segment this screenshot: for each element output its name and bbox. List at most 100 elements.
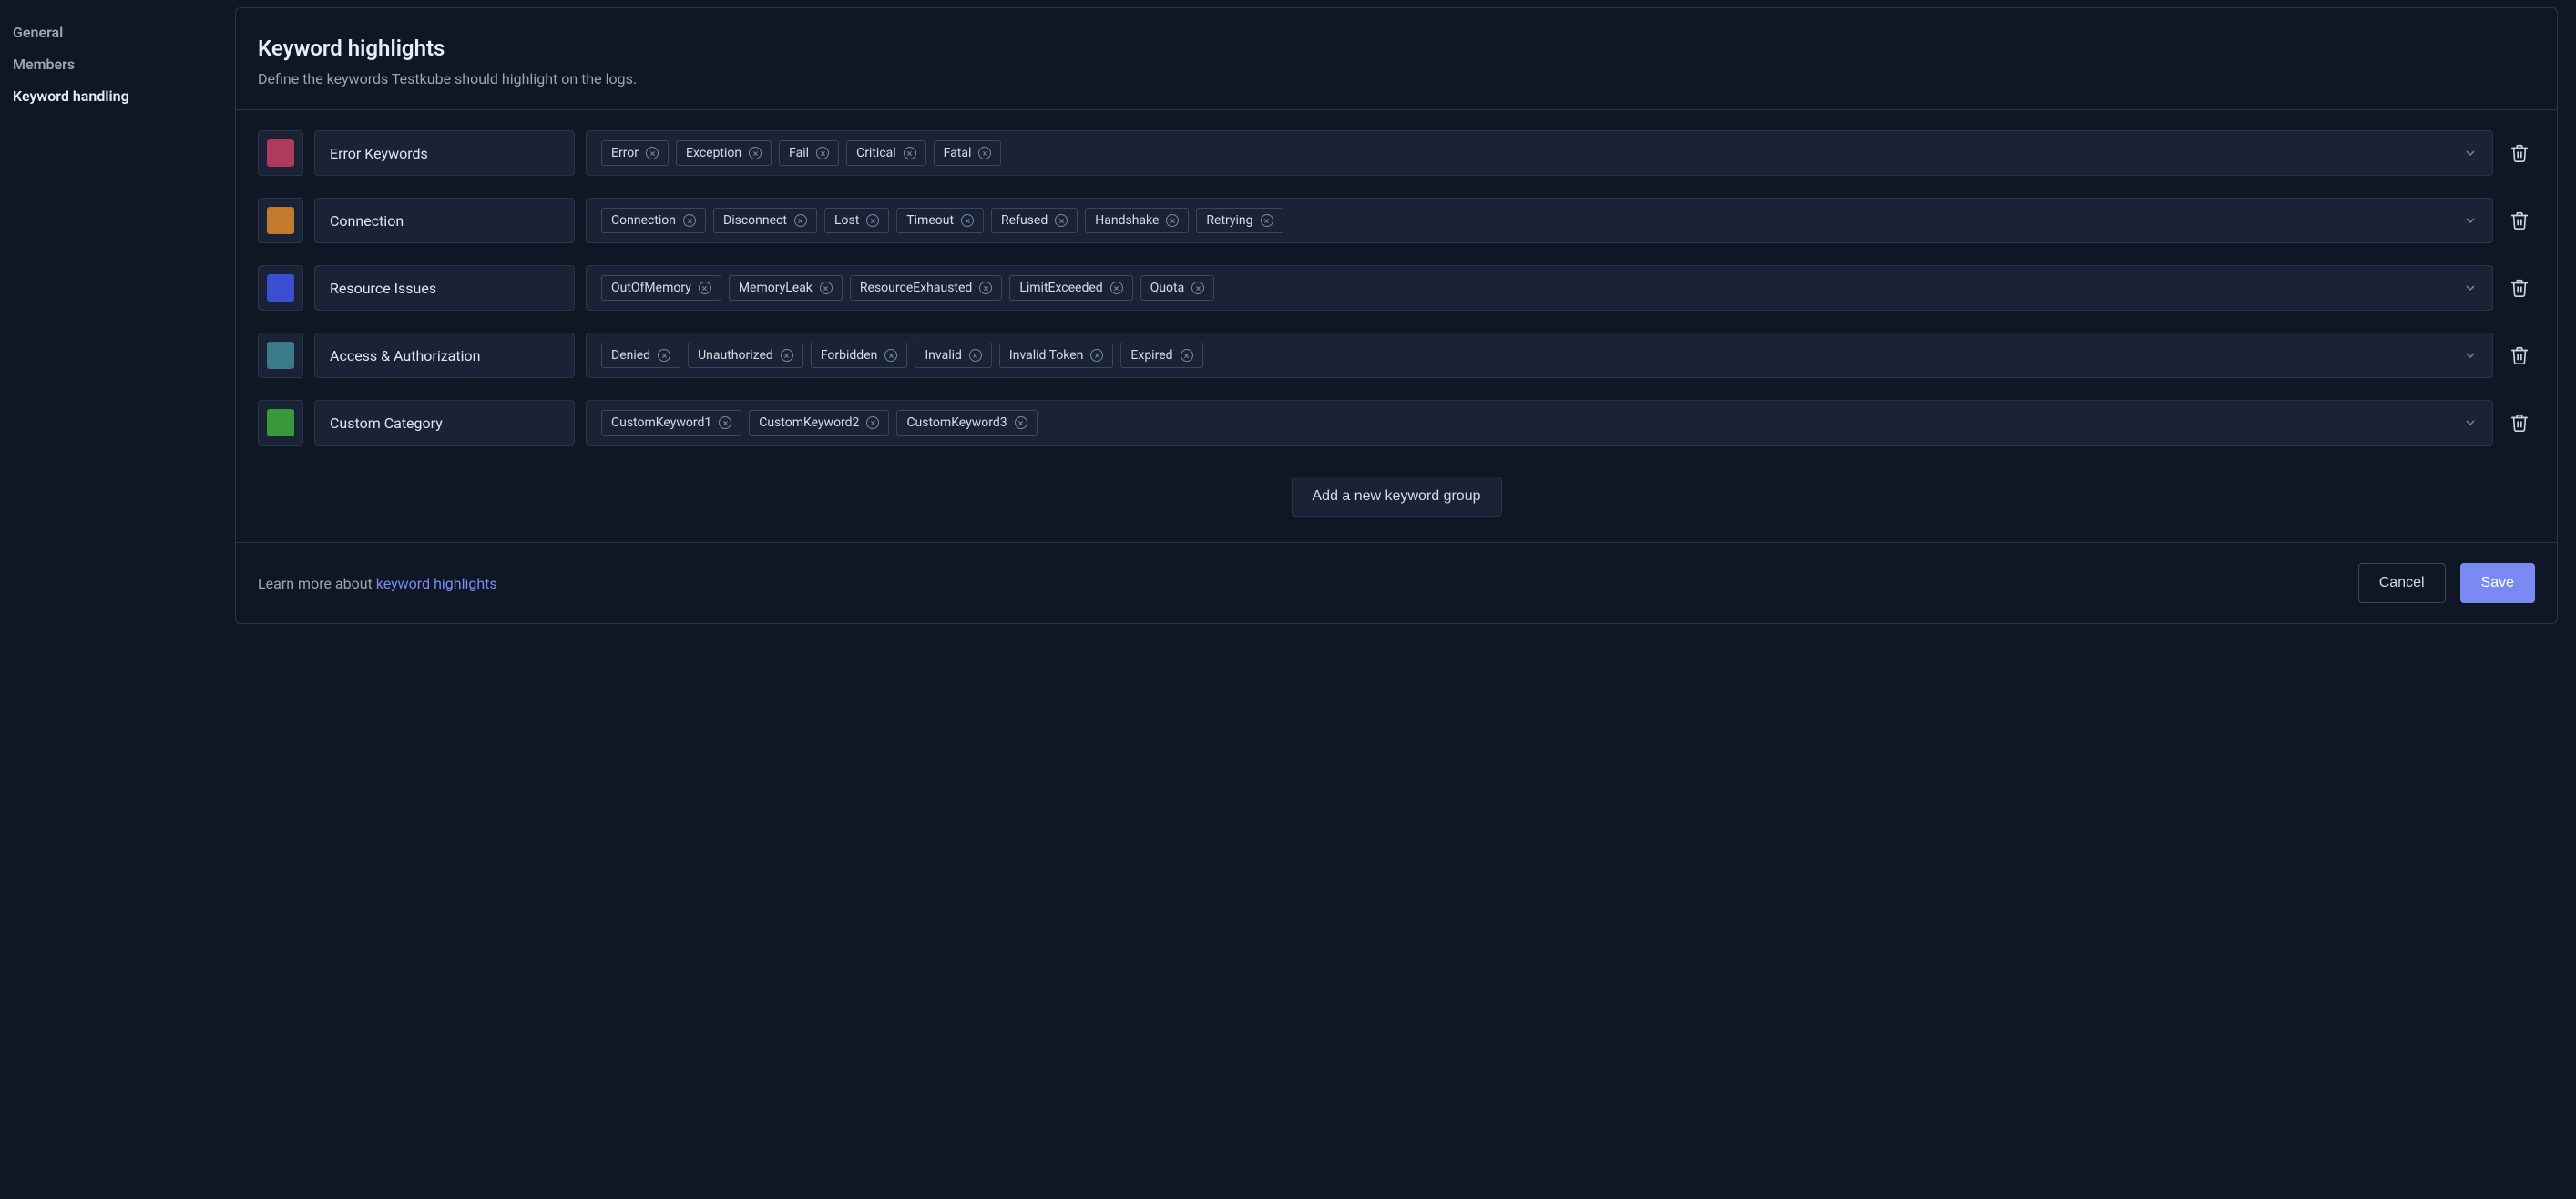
color-picker[interactable] [258,333,303,378]
remove-tag-icon[interactable] [1261,214,1273,227]
keyword-groups: Error KeywordsErrorExceptionFailCritical… [236,110,2557,466]
keyword-tag: Fatal [934,140,1002,166]
sidebar-item-members[interactable]: Members [13,48,222,80]
remove-tag-icon[interactable] [646,147,659,159]
remove-tag-icon[interactable] [1090,349,1103,362]
color-swatch [267,409,294,436]
keyword-tag-label: LimitExceeded [1019,281,1102,295]
tags-wrap: DeniedUnauthorizedForbiddenInvalidInvali… [601,334,1203,376]
keyword-tag-label: Disconnect [723,213,787,228]
group-name-input[interactable]: Resource Issues [314,265,575,311]
keyword-tag-label: Error [611,146,639,160]
keyword-tag: Handshake [1085,208,1189,233]
remove-tag-icon[interactable] [794,214,807,227]
keywords-input[interactable]: ConnectionDisconnectLostTimeoutRefusedHa… [586,198,2493,243]
keywords-input[interactable]: DeniedUnauthorizedForbiddenInvalidInvali… [586,333,2493,378]
remove-tag-icon[interactable] [820,282,833,294]
keyword-tag-label: CustomKeyword2 [759,415,859,430]
keyword-tag: OutOfMemory [601,275,721,301]
delete-group-button[interactable] [2504,130,2535,176]
delete-group-button[interactable] [2504,400,2535,446]
keyword-tag: Retrying [1196,208,1283,233]
keywords-input[interactable]: CustomKeyword1CustomKeyword2CustomKeywor… [586,400,2493,446]
sidebar: GeneralMembersKeyword handling [0,0,235,1199]
keyword-tag-label: CustomKeyword1 [611,415,711,430]
color-picker[interactable] [258,265,303,311]
keyword-group-row: Error KeywordsErrorExceptionFailCritical… [258,130,2535,176]
remove-tag-icon[interactable] [719,416,731,429]
remove-tag-icon[interactable] [1166,214,1179,227]
remove-tag-icon[interactable] [1015,416,1027,429]
keyword-tag-label: OutOfMemory [611,281,691,295]
chevron-down-icon[interactable] [2463,281,2478,295]
remove-tag-icon[interactable] [969,349,982,362]
keyword-tag: LimitExceeded [1009,275,1132,301]
remove-tag-icon[interactable] [781,349,793,362]
color-picker[interactable] [258,400,303,446]
chevron-down-icon[interactable] [2463,213,2478,228]
group-name-input[interactable]: Access & Authorization [314,333,575,378]
remove-tag-icon[interactable] [866,416,879,429]
group-name-input[interactable]: Connection [314,198,575,243]
keyword-tag: CustomKeyword2 [749,410,889,436]
add-group-container: Add a new keyword group [236,466,2557,542]
remove-tag-icon[interactable] [683,214,696,227]
keyword-tag: Quota [1140,275,1215,301]
keyword-tag: Connection [601,208,706,233]
add-group-button[interactable]: Add a new keyword group [1292,477,1502,517]
keyword-tag-label: Unauthorized [698,348,773,363]
remove-tag-icon[interactable] [866,214,879,227]
keyword-group-row: Connection Connection Disconnect Lost Timeou… [258,198,2535,243]
keyword-tag: Lost [824,208,889,233]
main-content: Keyword highlights Define the keywords T… [235,0,2576,1199]
color-swatch [267,342,294,369]
keywords-input[interactable]: OutOfMemory MemoryLeak ResourceExhausted Li… [586,265,2493,311]
keyword-tag: Timeout [896,208,984,233]
learn-more-link[interactable]: keyword highlights [376,575,497,592]
sidebar-item-general[interactable]: General [13,16,222,48]
remove-tag-icon[interactable] [1110,282,1123,294]
remove-tag-icon[interactable] [1055,214,1068,227]
color-picker[interactable] [258,130,303,176]
delete-group-button[interactable] [2504,333,2535,378]
keyword-tag: Invalid Token [999,343,1114,368]
keyword-tag: CustomKeyword1 [601,410,741,436]
keyword-tag-label: Invalid [925,348,962,363]
keywords-input[interactable]: ErrorExceptionFailCriticalFatal [586,130,2493,176]
sidebar-item-keyword-handling[interactable]: Keyword handling [13,80,222,112]
keyword-group-row: Custom Category CustomKeyword1 CustomKeywo… [258,400,2535,446]
remove-tag-icon[interactable] [749,147,762,159]
delete-group-button[interactable] [2504,265,2535,311]
delete-group-button[interactable] [2504,198,2535,243]
keyword-tag-label: Exception [686,146,741,160]
keyword-tag: MemoryLeak [729,275,843,301]
remove-tag-icon[interactable] [978,147,991,159]
save-button[interactable]: Save [2460,563,2535,603]
color-picker[interactable] [258,198,303,243]
keyword-tag-label: Handshake [1095,213,1159,228]
remove-tag-icon[interactable] [884,349,897,362]
color-swatch [267,139,294,167]
chevron-down-icon[interactable] [2463,146,2478,160]
remove-tag-icon[interactable] [979,282,992,294]
group-name-input[interactable]: Error Keywords [314,130,575,176]
learn-more-text: Learn more about keyword highlights [258,575,497,592]
remove-tag-icon[interactable] [961,214,974,227]
chevron-down-icon[interactable] [2463,415,2478,430]
remove-tag-icon[interactable] [1191,282,1204,294]
keyword-tag: Exception [676,140,772,166]
keyword-tag: Error [601,140,669,166]
group-name-input[interactable]: Custom Category [314,400,575,446]
chevron-down-icon[interactable] [2463,348,2478,363]
keyword-tag: Forbidden [811,343,908,368]
cancel-button[interactable]: Cancel [2358,563,2446,603]
card-header: Keyword highlights Define the keywords T… [236,8,2557,109]
remove-tag-icon[interactable] [816,147,829,159]
keyword-tag-label: ResourceExhausted [860,281,972,295]
remove-tag-icon[interactable] [904,147,916,159]
keyword-tag: Fail [779,140,839,166]
remove-tag-icon[interactable] [1181,349,1193,362]
remove-tag-icon[interactable] [699,282,711,294]
remove-tag-icon[interactable] [658,349,670,362]
keyword-tag-label: Lost [834,213,859,228]
